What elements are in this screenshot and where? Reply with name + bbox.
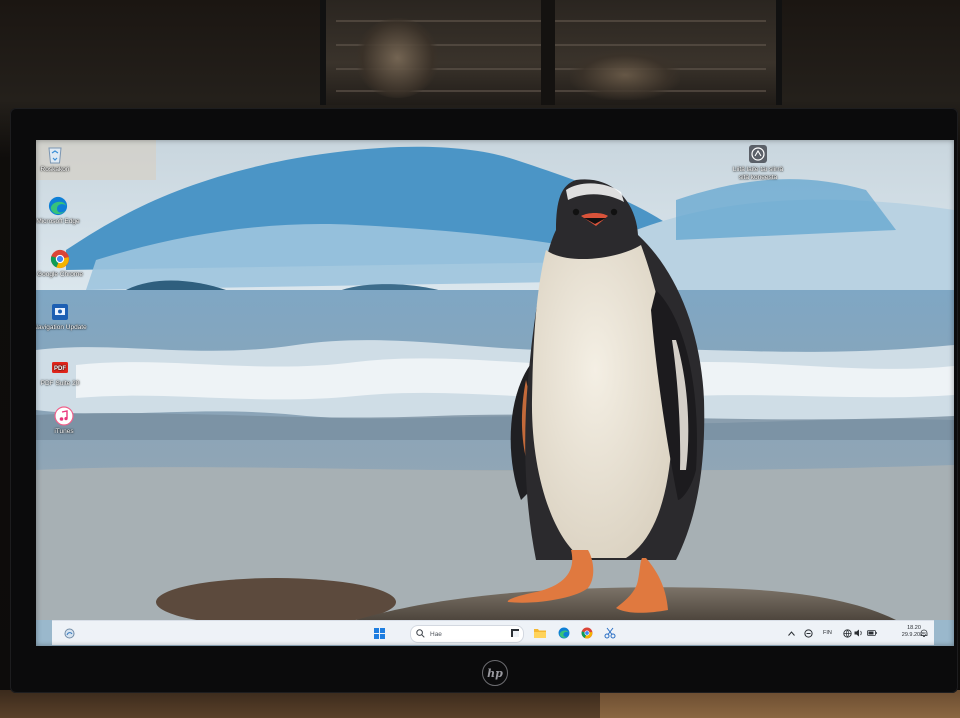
- desktop-icon-label: Microsoft Edge: [36, 218, 80, 225]
- background-object: [570, 50, 680, 100]
- desktop-icon-pdf-suite[interactable]: PDF PDF Suite 20: [36, 358, 89, 388]
- onedrive-icon[interactable]: [802, 626, 814, 640]
- widgets-icon[interactable]: [62, 626, 76, 640]
- search-placeholder: Hae: [430, 630, 442, 638]
- desktop-icon-itunes[interactable]: iTunes: [36, 406, 93, 436]
- language-indicator[interactable]: FIN: [823, 630, 832, 636]
- background-lamp: [355, 18, 440, 98]
- desktop-icon-label-line2: sitä koneesta: [738, 174, 778, 181]
- task-view-icon[interactable]: [508, 626, 522, 640]
- chevron-up-icon[interactable]: [786, 626, 796, 640]
- desktop-icon-label: Google Chrome: [37, 271, 83, 278]
- desktop-icon-navigation-update[interactable]: Navigation Update: [36, 302, 89, 332]
- desktop-icon-label: Liitä laite tai siirrä: [732, 166, 784, 173]
- desktop-icon-recycle-bin[interactable]: Roskakori: [36, 144, 84, 174]
- network-icon[interactable]: [842, 626, 852, 640]
- itunes-icon: [54, 406, 74, 426]
- desktop-screen: Roskakori Microsoft Edge Google Chrome N…: [36, 140, 954, 646]
- search-icon: [416, 629, 426, 639]
- windows-start-icon[interactable]: [372, 626, 386, 640]
- desktop-icon-edge[interactable]: Microsoft Edge: [36, 196, 87, 226]
- desktop-icon-label: Roskakori: [40, 166, 70, 173]
- snipping-tool-icon[interactable]: [603, 626, 617, 640]
- file-explorer-icon[interactable]: [533, 626, 547, 640]
- desktop-icon-label: PDF Suite 20: [40, 380, 80, 387]
- chrome-icon: [50, 249, 70, 269]
- chrome-icon[interactable]: [580, 626, 594, 640]
- notification-bell-icon[interactable]: [919, 626, 929, 640]
- taskbar: Hae FIN 18.20 29.9.2025: [52, 620, 934, 645]
- edge-icon[interactable]: [557, 626, 571, 640]
- battery-icon[interactable]: [866, 626, 878, 640]
- phone-link-icon: [748, 144, 768, 164]
- taskbar-search-box[interactable]: Hae: [410, 625, 524, 643]
- desk-surface-lit: [600, 690, 960, 718]
- desktop-icon-phone-link[interactable]: Liitä laite tai siirrä sitä koneesta: [728, 144, 788, 182]
- volume-icon[interactable]: [853, 626, 863, 640]
- recycle-bin-icon: [45, 144, 65, 164]
- navigation-update-icon: [50, 302, 70, 322]
- hp-logo: hp: [482, 660, 508, 686]
- desktop-icon-label: Navigation Update: [36, 324, 87, 331]
- svg-text:PDF: PDF: [54, 366, 66, 372]
- pdf-icon: PDF: [50, 358, 70, 378]
- desktop-icon-label: iTunes: [54, 428, 74, 435]
- desktop-icon-chrome[interactable]: Google Chrome: [36, 249, 89, 279]
- edge-icon: [48, 196, 68, 216]
- penguin-wallpaper: [36, 140, 954, 620]
